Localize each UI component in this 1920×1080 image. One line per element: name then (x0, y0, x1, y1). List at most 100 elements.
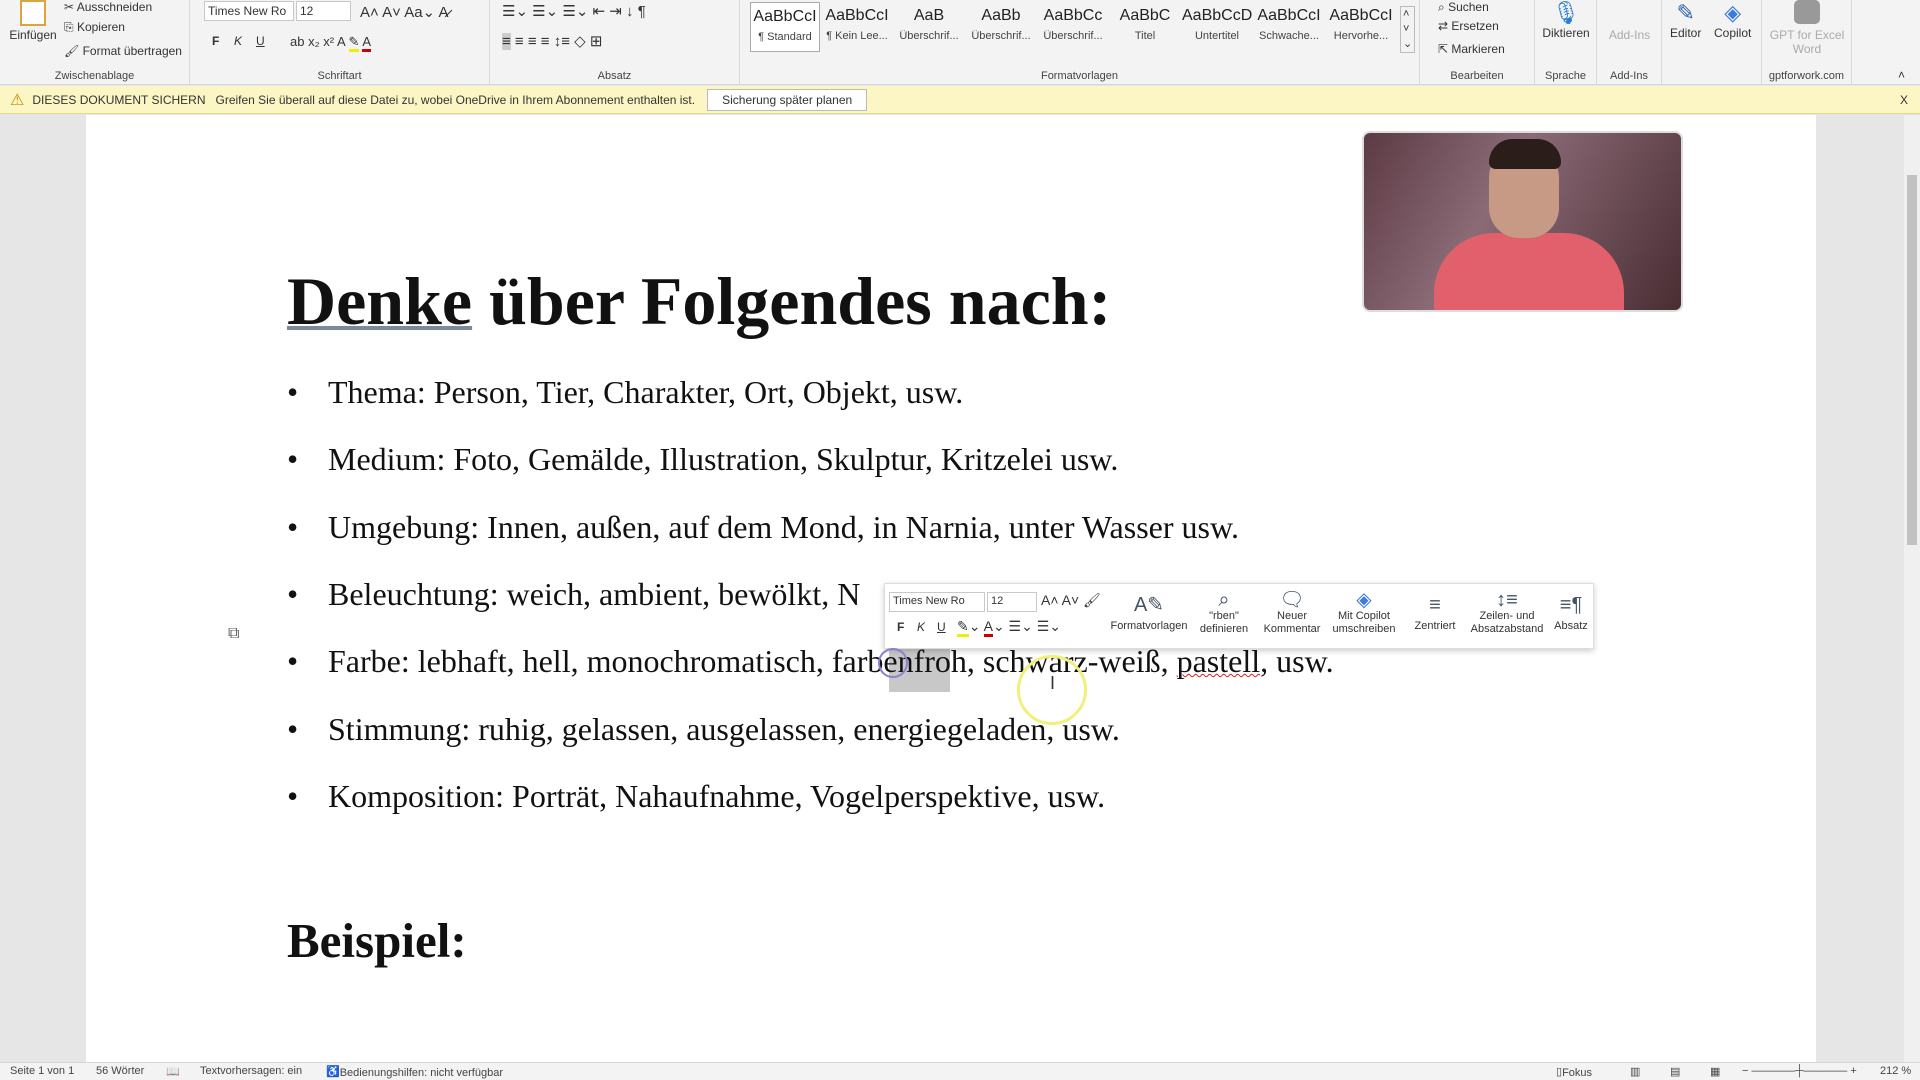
read-mode-icon[interactable]: ▥ (1630, 1065, 1640, 1078)
style-item[interactable]: AaBbCcD Untertitel (1182, 2, 1252, 52)
heading: Denke über Folgendes nach: (287, 263, 1112, 339)
gpt-group: GPT for Excel Word gptforwork.com (1762, 0, 1852, 85)
zoom-slider[interactable]: − ————┼———— + (1742, 1065, 1857, 1077)
mini-styles-button[interactable]: A✎ Formatvorlagen (1107, 590, 1191, 633)
mini-copilot-button[interactable]: ◈ Mit Copilot umschreiben (1327, 590, 1401, 636)
grow-font-icon[interactable]: A˄ A˅ Aa⌄ A̷ (360, 3, 448, 21)
list-item: • Thema: Person, Tier, Charakter, Ort, Ob… (287, 374, 964, 410)
addins-button[interactable]: Add-Ins (1597, 28, 1662, 42)
copy-button[interactable]: ⎘ Kopieren (64, 20, 125, 35)
styles-icon: A✎ (1133, 594, 1165, 616)
mini-define-button[interactable]: ⌕ "rben" definieren (1193, 590, 1255, 636)
notification-message: Greifen Sie überall auf diese Datei zu, … (215, 92, 696, 107)
cut-button[interactable]: ✂ Ausschneiden (64, 0, 152, 14)
style-preview: AaBbC (1119, 7, 1171, 24)
mini-grow-font-icon[interactable]: A˄ A˅ 🖌 (1041, 592, 1101, 609)
list-item: • Beleuchtung: weich, ambient, bewölkt, N (287, 575, 861, 612)
mini-size-select[interactable]: 12 (987, 592, 1037, 612)
text-cursor-icon: I (1050, 673, 1056, 693)
align-icons[interactable]: ≡ ≡ ≡ ≡ ↕≡ ◇ ⊞ (502, 32, 602, 50)
style-preview: AaBbCcD (1182, 7, 1252, 24)
scrollbar-thumb[interactable] (1907, 175, 1917, 545)
mini-bold-button[interactable]: F (897, 620, 904, 634)
style-name: Schwache... (1259, 30, 1319, 42)
style-item[interactable]: AaBbCc Überschrif... (1038, 2, 1108, 52)
group-label: Sprache (1545, 70, 1586, 82)
style-item[interactable]: AaB Überschrif... (894, 2, 964, 52)
style-name: Überschrif... (971, 30, 1031, 42)
schedule-backup-button[interactable]: Sicherung später planen (707, 88, 868, 111)
warning-icon: ⚠ (10, 91, 25, 109)
style-preview: AaB (913, 7, 945, 24)
style-item[interactable]: AaBbCcI ¶ Kein Lee... (822, 2, 892, 52)
replace-button[interactable]: ⇄ Ersetzen (1438, 19, 1499, 33)
select-button[interactable]: ⇱ Markieren (1438, 42, 1505, 56)
paragraph-icon: ≡¶ (1559, 594, 1583, 616)
word-count[interactable]: 56 Wörter (96, 1065, 144, 1077)
list-item: • Medium: Foto, Gemälde, Illustration, Sk… (287, 441, 1119, 478)
bullet-icon: • (287, 441, 299, 478)
styles-group: AaBbCcI ¶ Standard AaBbCcI ¶ Kein Lee... AaB… (740, 0, 1420, 85)
mini-paragraph-button[interactable]: ≡¶ Absatz (1551, 590, 1591, 633)
bullet-icon: • (287, 374, 299, 410)
style-item[interactable]: AaBbCcI Schwache... (1254, 2, 1324, 52)
editing-group: ⌕ Suchen ⇄ Ersetzen ⇱ Markieren Bearbeit… (1420, 0, 1535, 85)
group-label: Absatz (597, 70, 632, 82)
style-item[interactable]: AaBbCcI Hervorhe... (1326, 2, 1396, 52)
focus-button[interactable]: ▯ Fokus (1556, 1065, 1592, 1079)
dictate-button[interactable]: 🎙 Diktieren (1535, 0, 1597, 40)
layout-options-icon[interactable]: ⧉ (228, 625, 239, 643)
paragraph-group: ☰⌄ ☰⌄ ☰⌄ ⇤ ⇥ ↓ ¶ ≡ ≡ ≡ ≡ ↕≡ ◇ ⊞ Absatz (490, 0, 740, 85)
copilot-icon: ◈ (1356, 589, 1372, 611)
underline-button[interactable]: U (256, 34, 265, 48)
style-preview: AaBb (981, 7, 1021, 24)
page-count[interactable]: Seite 1 von 1 (10, 1065, 74, 1077)
italic-button[interactable]: K (234, 34, 242, 48)
mini-highlight-icon[interactable]: ✎⌄ A⌄ ☰⌄ ☰⌄ (957, 618, 1061, 637)
paste-button[interactable]: Einfügen (8, 0, 58, 42)
clipboard-icon (20, 0, 46, 26)
mini-underline-button[interactable]: U (937, 620, 946, 634)
bold-button[interactable]: F (212, 34, 219, 48)
style-name: Hervorhe... (1333, 30, 1389, 42)
mini-comment-button[interactable]: 🗨 Neuer Kommentar (1259, 590, 1325, 636)
mini-center-button[interactable]: ≡ Zentriert (1407, 590, 1463, 633)
style-preview: AaBbCcI (825, 7, 889, 24)
strikethrough-icon[interactable]: ab x₂ x² A ✎ A (290, 34, 372, 52)
font-size-select[interactable]: 12 (296, 1, 351, 21)
format-painter-button[interactable]: 🖌 Format übertragen (64, 44, 182, 58)
group-label: gptforwork.com (1768, 70, 1845, 82)
mini-spacing-button[interactable]: ↕≡ Zeilen- und Absatzabstand (1465, 590, 1549, 636)
text-prediction[interactable]: Textvorhersagen: ein (200, 1065, 302, 1077)
copilot-button[interactable]: ◈ Copilot (1714, 0, 1751, 40)
mini-italic-button[interactable]: K (917, 620, 925, 634)
editor-button[interactable]: ✎ Editor (1670, 0, 1701, 40)
zoom-level[interactable]: 212 % (1880, 1065, 1911, 1077)
vertical-scrollbar[interactable] (1904, 115, 1920, 1062)
print-layout-icon[interactable]: ▤ (1670, 1065, 1680, 1078)
font-group: Times New Ro 12 A˄ A˅ Aa⌄ A̷ F K U ab x₂… (190, 0, 490, 85)
list-icons[interactable]: ☰⌄ ☰⌄ ☰⌄ ⇤ ⇥ ↓ ¶ (502, 2, 646, 20)
collapse-ribbon-icon[interactable]: ˄ (1898, 68, 1905, 82)
close-icon[interactable]: X (1900, 93, 1908, 107)
styles-scroll-icon[interactable]: ˄ ˅ ⌄ (1400, 6, 1416, 53)
group-label: Bearbeiten (1450, 70, 1504, 82)
style-item[interactable]: AaBb Überschrif... (966, 2, 1036, 52)
accessibility-status[interactable]: ♿ Bedienungshilfen: nicht verfügbar (326, 1065, 503, 1079)
style-name: Überschrif... (1043, 30, 1103, 42)
heading-example: Beispiel: (287, 913, 467, 968)
ribbon: Einfügen ✂ Ausschneiden ⎘ Kopieren 🖌 For… (0, 0, 1920, 85)
web-layout-icon[interactable]: ▦ (1710, 1065, 1720, 1078)
find-button[interactable]: ⌕ Suchen (1438, 0, 1489, 15)
copilot-icon: ◈ (1724, 0, 1742, 25)
gpt-button[interactable]: GPT for Excel Word (1762, 0, 1852, 56)
style-name: ¶ Kein Lee... (826, 30, 888, 42)
style-item[interactable]: AaBbCcI ¶ Standard (750, 2, 820, 52)
voice-group: 🎙 Diktieren Sprache (1535, 0, 1597, 85)
style-item[interactable]: AaBbC Titel (1110, 2, 1180, 52)
proofing-icon[interactable]: 📖 (166, 1065, 180, 1078)
font-name-select[interactable]: Times New Ro (204, 1, 294, 21)
mini-font-select[interactable]: Times New Ro (889, 592, 985, 612)
group-label: Schriftart (317, 70, 362, 82)
list-item: • Stimmung: ruhig, gelassen, ausgelassen,… (287, 710, 1120, 747)
